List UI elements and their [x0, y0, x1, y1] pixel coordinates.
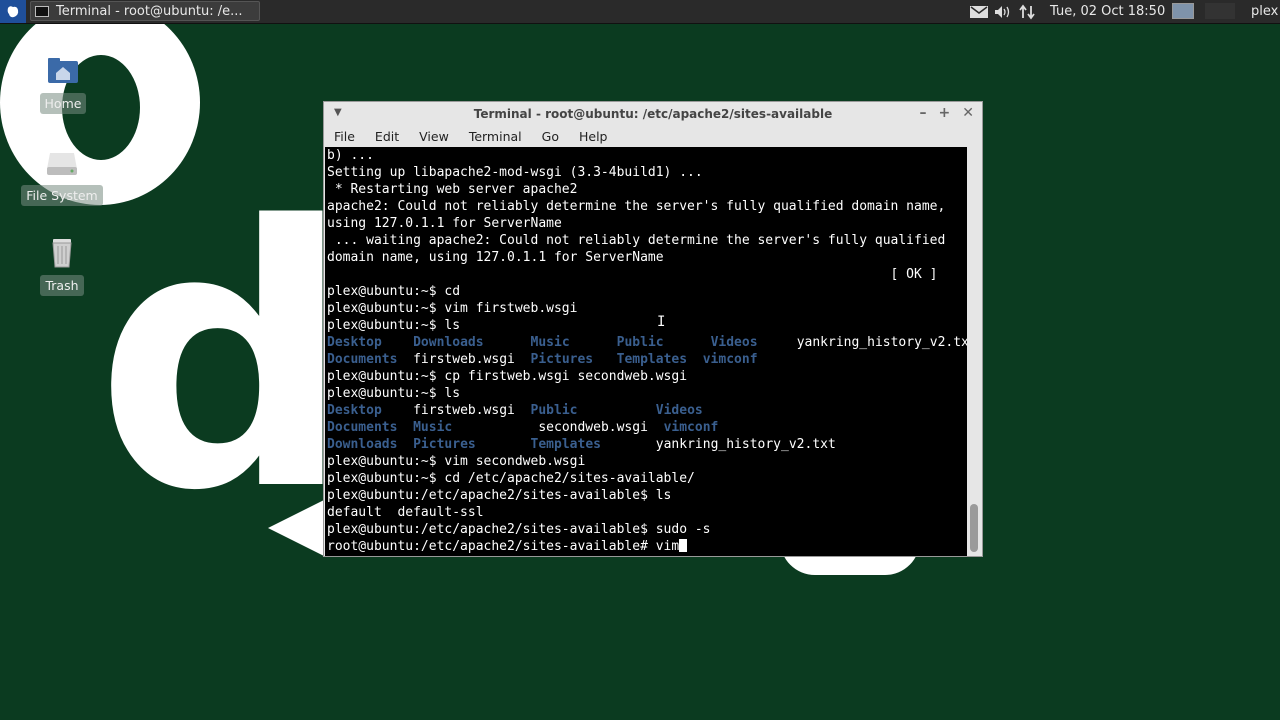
scrollbar-thumb[interactable]: [970, 504, 978, 552]
terminal-line: plex@ubuntu:~$ ls: [327, 318, 461, 333]
terminal-line: b) ...: [327, 148, 374, 163]
minimize-icon[interactable]: –: [920, 105, 927, 121]
desktop-icon-file-system[interactable]: File System: [17, 147, 107, 206]
menu-terminal[interactable]: Terminal: [469, 129, 522, 144]
text-cursor: [679, 539, 688, 552]
window-menu-icon[interactable]: ▼: [334, 107, 342, 118]
desktop-icon-label: Home: [39, 93, 87, 114]
maximize-icon[interactable]: +: [939, 105, 951, 121]
terminal-line: plex@ubuntu:/etc/apache2/sites-available…: [327, 522, 711, 537]
volume-icon[interactable]: [994, 0, 1012, 23]
menu-go[interactable]: Go: [542, 129, 559, 144]
terminal-line: using 127.0.1.1 for ServerName: [327, 216, 562, 231]
desktop-icon-label: File System: [21, 185, 103, 206]
workspace-2-button[interactable]: [1205, 3, 1235, 19]
terminal-line: domain name, using 127.0.1.1 for ServerN…: [327, 250, 664, 265]
terminal-line: plex@ubuntu:~$ ls: [327, 386, 461, 401]
top-panel: Terminal - root@ubuntu: /e... Tue, 02 Oc…: [0, 0, 1280, 24]
ls-output-row: Desktop Downloads Music Public Videos ya…: [327, 335, 967, 350]
terminal-line: Setting up libapache2-mod-wsgi (3.3-4bui…: [327, 165, 703, 180]
terminal-line: plex@ubuntu:~$ cd: [327, 284, 461, 299]
desktop-icon-home[interactable]: Home: [18, 55, 108, 114]
terminal-icon: [35, 5, 49, 17]
ibeam-cursor-icon: I: [657, 314, 666, 330]
terminal-scrollbar[interactable]: [967, 147, 981, 556]
menubar: File Edit View Terminal Go Help: [324, 126, 982, 147]
ls-output-row: Documents Music secondweb.wsgi vimconf: [327, 420, 719, 435]
wallpaper-letter-d: d: [95, 150, 353, 569]
terminal-line: default default-ssl: [327, 505, 484, 520]
xfce-mouse-icon: [7, 5, 19, 17]
terminal-line: ... waiting apache2: Could not reliably …: [327, 233, 946, 248]
clock[interactable]: Tue, 02 Oct 18:50: [1050, 0, 1165, 23]
terminal-line: plex@ubuntu:~$ vim firstweb.wsgi: [327, 301, 578, 316]
ls-output-row: Documents firstweb.wsgi Pictures Templat…: [327, 352, 758, 367]
menu-help[interactable]: Help: [579, 129, 608, 144]
terminal-line: plex@ubuntu:~$ vim secondweb.wsgi: [327, 454, 586, 469]
taskbar-item-terminal[interactable]: Terminal - root@ubuntu: /e...: [30, 1, 260, 21]
terminal-output[interactable]: b) ... Setting up libapache2-mod-wsgi (3…: [325, 147, 967, 556]
desktop-icon-label: Trash: [40, 275, 84, 296]
desktop-icon-trash[interactable]: Trash: [17, 237, 107, 296]
menu-edit[interactable]: Edit: [375, 129, 399, 144]
terminal-line: plex@ubuntu:~$ cd /etc/apache2/sites-ava…: [327, 471, 695, 486]
terminal-line: apache2: Could not reliably determine th…: [327, 199, 946, 214]
applications-menu-button[interactable]: [0, 0, 26, 23]
trash-icon: [45, 237, 79, 271]
terminal-line: [ OK ]: [327, 267, 938, 282]
window-title: Terminal - root@ubuntu: /etc/apache2/sit…: [473, 107, 833, 121]
drive-icon: [45, 147, 79, 181]
ls-output-row: Downloads Pictures Templates yankring_hi…: [327, 437, 836, 452]
window-titlebar[interactable]: ▼ Terminal - root@ubuntu: /etc/apache2/s…: [324, 102, 982, 126]
menu-view[interactable]: View: [419, 129, 449, 144]
wallpaper-shape: [268, 500, 324, 556]
terminal-line: plex@ubuntu:~$ cp firstweb.wsgi secondwe…: [327, 369, 688, 384]
terminal-line: plex@ubuntu:/etc/apache2/sites-available…: [327, 488, 672, 503]
close-icon[interactable]: ✕: [962, 105, 974, 121]
ls-output-row: Desktop firstweb.wsgi Public Videos: [327, 403, 703, 418]
taskbar-item-label: Terminal - root@ubuntu: /e...: [56, 3, 243, 19]
mail-icon[interactable]: [970, 0, 988, 23]
home-folder-icon: [46, 55, 80, 89]
terminal-line: * Restarting web server apache2: [327, 182, 578, 197]
menu-file[interactable]: File: [334, 129, 355, 144]
terminal-prompt-line[interactable]: root@ubuntu:/etc/apache2/sites-available…: [325, 538, 967, 555]
network-icon[interactable]: [1019, 0, 1035, 23]
terminal-window: ▼ Terminal - root@ubuntu: /etc/apache2/s…: [323, 101, 983, 557]
workspace-1-button[interactable]: [1172, 3, 1194, 19]
user-menu[interactable]: plex: [1251, 0, 1278, 23]
